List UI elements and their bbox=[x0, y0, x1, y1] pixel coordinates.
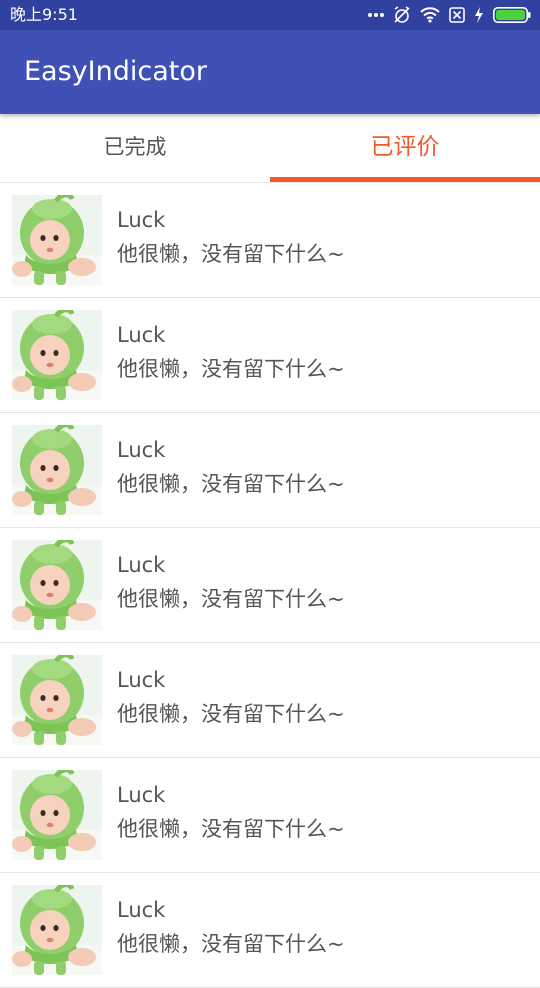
user-name: Luck bbox=[117, 208, 166, 232]
baby-avatar-image bbox=[12, 425, 102, 515]
tab-label: 已评价 bbox=[370, 134, 440, 160]
list-item[interactable]: Luck 他很懒，没有留下什么~ bbox=[0, 873, 540, 988]
list-item[interactable]: Luck 他很懒，没有留下什么~ bbox=[0, 413, 540, 528]
user-description: 他很懒，没有留下什么~ bbox=[117, 587, 345, 611]
status-bar: 晚上9:51 bbox=[0, 0, 540, 30]
tab-indicator bbox=[270, 177, 540, 182]
tab-completed[interactable]: 已完成 bbox=[0, 114, 270, 182]
list-item[interactable]: Luck 他很懒，没有留下什么~ bbox=[0, 528, 540, 643]
list-item[interactable]: Luck 他很懒，没有留下什么~ bbox=[0, 758, 540, 873]
alarm-off-icon bbox=[393, 6, 411, 24]
status-icons bbox=[368, 6, 531, 24]
baby-avatar-image bbox=[12, 310, 102, 400]
user-description: 他很懒，没有留下什么~ bbox=[117, 242, 345, 266]
user-name: Luck bbox=[117, 553, 166, 577]
user-description: 他很懒，没有留下什么~ bbox=[117, 702, 345, 726]
user-name: Luck bbox=[117, 438, 166, 462]
list-item[interactable]: Luck 他很懒，没有留下什么~ bbox=[0, 298, 540, 413]
wifi-icon bbox=[420, 7, 440, 23]
baby-avatar-image bbox=[12, 540, 102, 630]
user-description: 他很懒，没有留下什么~ bbox=[117, 357, 345, 381]
tab-reviewed[interactable]: 已评价 bbox=[270, 114, 540, 182]
user-name: Luck bbox=[117, 323, 166, 347]
no-sim-icon bbox=[449, 7, 465, 23]
user-name: Luck bbox=[117, 898, 166, 922]
status-time: 晚上9:51 bbox=[10, 5, 78, 24]
baby-avatar-image bbox=[12, 885, 102, 975]
tab-bar: 已完成 已评价 bbox=[0, 114, 540, 183]
app-title: EasyIndicator bbox=[24, 56, 207, 87]
charging-bolt-icon bbox=[474, 7, 484, 23]
list-item[interactable]: Luck 他很懒，没有留下什么~ bbox=[0, 643, 540, 758]
review-list: Luck 他很懒，没有留下什么~ Luck 他很懒，没有留下什么~ Luck 他… bbox=[0, 183, 540, 988]
baby-avatar-image bbox=[12, 770, 102, 860]
user-description: 他很懒，没有留下什么~ bbox=[117, 932, 345, 956]
user-name: Luck bbox=[117, 783, 166, 807]
list-item[interactable]: Luck 他很懒，没有留下什么~ bbox=[0, 183, 540, 298]
baby-avatar-image bbox=[12, 195, 102, 285]
more-dots-icon bbox=[368, 12, 384, 18]
user-description: 他很懒，没有留下什么~ bbox=[117, 472, 345, 496]
tab-label: 已完成 bbox=[103, 135, 167, 159]
baby-avatar-image bbox=[12, 655, 102, 745]
user-name: Luck bbox=[117, 668, 166, 692]
battery-icon bbox=[493, 7, 531, 23]
app-bar: EasyIndicator bbox=[0, 30, 540, 114]
user-description: 他很懒，没有留下什么~ bbox=[117, 817, 345, 841]
